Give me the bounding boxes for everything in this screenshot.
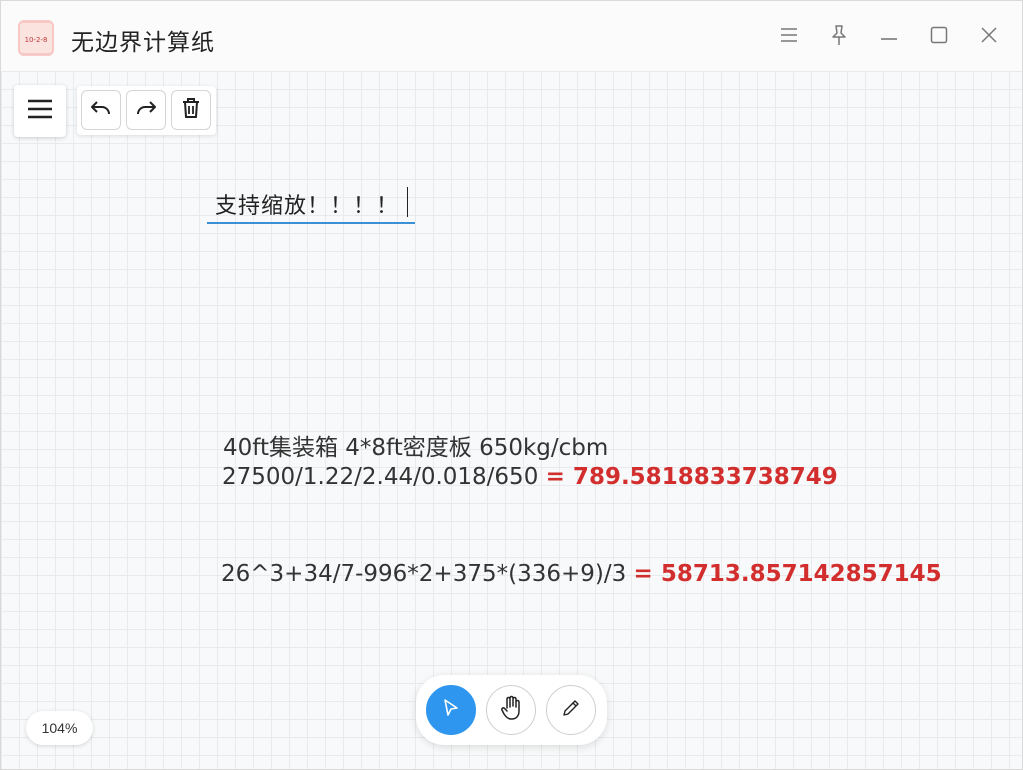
- title-bar[interactable]: 10-2-8 无边界计算纸: [1, 1, 1022, 71]
- calculation-canvas[interactable]: [1, 71, 1022, 769]
- edit-toolbar: [77, 86, 216, 135]
- redo-button[interactable]: [126, 90, 166, 130]
- redo-icon: [135, 99, 157, 122]
- trash-icon: [181, 97, 201, 124]
- calc-expression: 40ft集装箱 4*8ft密度板 650kg/cbm: [223, 435, 609, 461]
- editing-text[interactable]: 支持缩放！！！！: [215, 188, 399, 220]
- calc-result: = 789.5818833738749: [545, 464, 838, 490]
- calc-expression: 26^3+34/7-996*2+375*(336+9)/3: [221, 561, 627, 587]
- text-input-box[interactable]: 支持缩放！！！！: [207, 183, 415, 224]
- main-menu-button[interactable]: [14, 85, 66, 137]
- text-caret: [407, 187, 408, 217]
- calc-line[interactable]: 40ft集装箱 4*8ft密度板 650kg/cbm: [223, 428, 608, 462]
- pin-button[interactable]: [824, 22, 854, 52]
- pen-tool-button[interactable]: [546, 685, 596, 735]
- cursor-icon: [440, 697, 462, 724]
- minimize-icon: [880, 28, 898, 46]
- maximize-button[interactable]: [924, 22, 954, 52]
- menu-icon: [779, 27, 799, 48]
- pin-icon: [829, 24, 849, 51]
- maximize-icon: [930, 26, 948, 49]
- undo-icon: [90, 99, 112, 122]
- minimize-button[interactable]: [874, 22, 904, 52]
- pan-tool-button[interactable]: [486, 685, 536, 735]
- hamburger-icon: [27, 99, 53, 124]
- calc-line[interactable]: 27500/1.22/2.44/0.018/650 = 789.58188337…: [222, 464, 838, 490]
- close-icon: [980, 26, 998, 49]
- calc-expression: 27500/1.22/2.44/0.018/650: [222, 464, 539, 490]
- calc-line[interactable]: 26^3+34/7-996*2+375*(336+9)/3 = 58713.85…: [221, 561, 942, 587]
- delete-button[interactable]: [171, 90, 211, 130]
- select-tool-button[interactable]: [426, 685, 476, 735]
- app-window: 10-2-8 无边界计算纸 支持缩放！！！！ 40ft集装箱 4*8ft密度板 …: [0, 0, 1023, 770]
- undo-button[interactable]: [81, 90, 121, 130]
- app-logo-icon: 10-2-8: [17, 19, 55, 57]
- hand-icon: [499, 695, 523, 726]
- app-logo-text: 10-2-8: [25, 36, 48, 44]
- app-title: 无边界计算纸: [71, 30, 215, 56]
- title-menu-button[interactable]: [774, 22, 804, 52]
- zoom-level-badge[interactable]: 104%: [26, 711, 93, 745]
- calc-result: = 58713.857142857145: [633, 561, 942, 587]
- close-button[interactable]: [974, 22, 1004, 52]
- pencil-icon: [561, 698, 581, 723]
- tool-selector: [416, 675, 607, 745]
